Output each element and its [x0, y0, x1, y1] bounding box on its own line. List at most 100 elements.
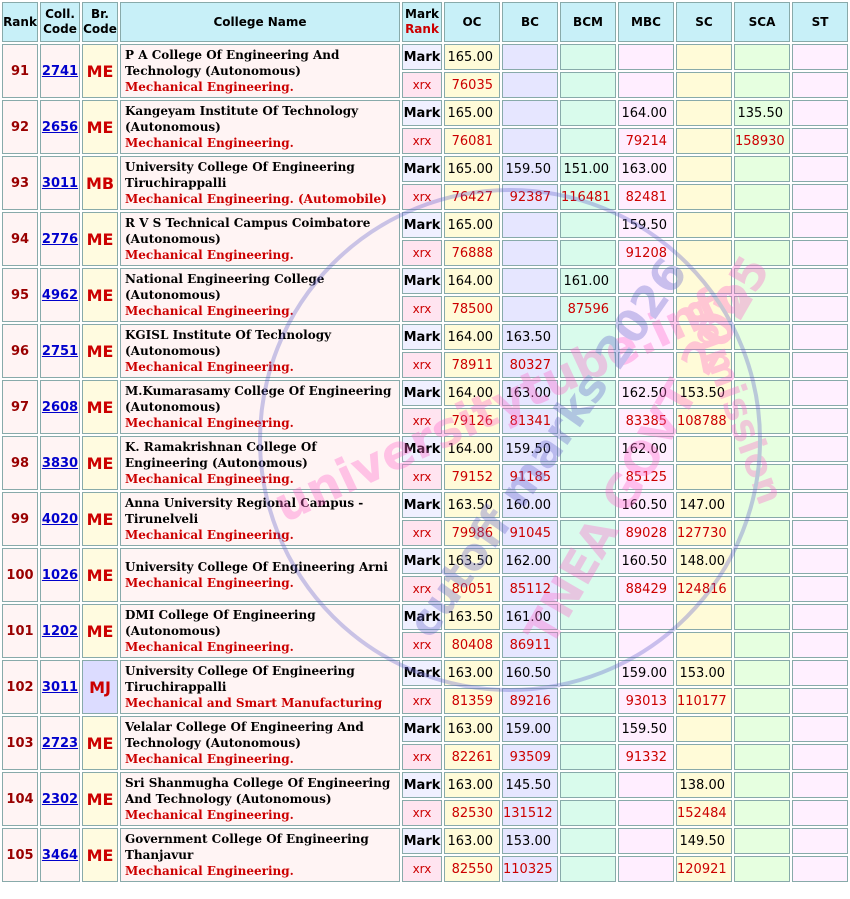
college-name: P A College Of Engineering And Technolog…	[125, 48, 340, 78]
mark-st	[792, 212, 848, 238]
mark-sca: 135.50	[734, 100, 790, 126]
mark-sc	[676, 324, 732, 350]
college-name: Government College Of Engineering Thanja…	[125, 832, 369, 862]
college-code-link[interactable]: 3011	[42, 680, 78, 695]
row-coll-code: 4020	[40, 492, 80, 546]
rank-sca	[734, 576, 790, 602]
mark-mbc: 159.50	[618, 212, 674, 238]
mark-sca	[734, 772, 790, 798]
branch-name: Mechanical Engineering.	[125, 360, 294, 374]
mark-sc	[676, 100, 732, 126]
rank-oc: 76035	[444, 72, 500, 98]
rank-st	[792, 632, 848, 658]
mark-sc	[676, 212, 732, 238]
mark-label: Mark	[402, 436, 442, 462]
mark-st	[792, 44, 848, 70]
mark-st	[792, 828, 848, 854]
mark-sc	[676, 604, 732, 630]
college-code-link[interactable]: 2751	[42, 344, 78, 359]
header-st: ST	[792, 2, 848, 42]
row-branch-code: ME	[82, 44, 118, 98]
college-code-link[interactable]: 2656	[42, 120, 78, 135]
mark-bcm: 151.00	[560, 156, 616, 182]
rank-bc	[502, 296, 558, 322]
row-coll-code: 1202	[40, 604, 80, 658]
college-name: National Engineering College (Autonomous…	[125, 272, 325, 302]
rank-bc: 91185	[502, 464, 558, 490]
mark-bcm: 161.00	[560, 268, 616, 294]
mark-label: Mark	[402, 828, 442, 854]
table-row-mark: 100 1026 ME University College Of Engineeri…	[2, 548, 848, 602]
row-college-name: K. Ramakrishnan College Of Engineering (…	[120, 436, 400, 490]
rank-mbc: 91332	[618, 744, 674, 770]
mark-bc	[502, 268, 558, 294]
mark-sca	[734, 44, 790, 70]
rank-mbc	[618, 352, 674, 378]
rank-bcm	[560, 464, 616, 490]
branch-name: Mechanical Engineering.	[125, 304, 294, 318]
rank-bcm	[560, 856, 616, 882]
rank-mbc: 88429	[618, 576, 674, 602]
college-code-link[interactable]: 2723	[42, 736, 78, 751]
header-bcm: BCM	[560, 2, 616, 42]
mark-oc: 163.00	[444, 772, 500, 798]
college-code-link[interactable]: 2776	[42, 232, 78, 247]
mark-sc: 153.00	[676, 660, 732, 686]
rank-sc	[676, 72, 732, 98]
rank-bcm	[560, 576, 616, 602]
row-coll-code: 2608	[40, 380, 80, 434]
rank-sc: 127730	[676, 520, 732, 546]
college-code-link[interactable]: 2302	[42, 792, 78, 807]
rank-sc	[676, 240, 732, 266]
mark-st	[792, 492, 848, 518]
row-branch-code: ME	[82, 772, 118, 826]
rank-bcm	[560, 352, 616, 378]
rank-oc: 80051	[444, 576, 500, 602]
header-oc: OC	[444, 2, 500, 42]
rank-sca	[734, 800, 790, 826]
branch-name: Mechanical Engineering.	[125, 248, 294, 262]
mark-mbc: 162.00	[618, 436, 674, 462]
college-code-link[interactable]: 2741	[42, 64, 78, 79]
row-coll-code: 2723	[40, 716, 80, 770]
rank-st	[792, 744, 848, 770]
mark-label: Mark	[402, 604, 442, 630]
row-rank: 104	[2, 772, 38, 826]
rank-st	[792, 520, 848, 546]
rank-st	[792, 184, 848, 210]
college-code-link[interactable]: 1026	[42, 568, 78, 583]
college-code-link[interactable]: 1202	[42, 624, 78, 639]
rank-st	[792, 408, 848, 434]
mark-bcm	[560, 44, 616, 70]
college-name: University College Of Engineering Arni	[125, 560, 388, 574]
branch-name: Mechanical Engineering.	[125, 80, 294, 94]
college-code-link[interactable]: 4020	[42, 512, 78, 527]
college-code-link[interactable]: 4962	[42, 288, 78, 303]
mark-sc	[676, 156, 732, 182]
rank-mbc	[618, 296, 674, 322]
row-rank: 91	[2, 44, 38, 98]
mark-label: Mark	[402, 380, 442, 406]
row-coll-code: 3011	[40, 660, 80, 714]
college-name: Kangeyam Institute Of Technology (Autono…	[125, 104, 359, 134]
mark-mbc: 163.00	[618, 156, 674, 182]
row-rank: 99	[2, 492, 38, 546]
row-branch-code: ME	[82, 268, 118, 322]
mark-oc: 164.00	[444, 436, 500, 462]
mark-bc: 159.50	[502, 156, 558, 182]
college-code-link[interactable]: 2608	[42, 400, 78, 415]
row-branch-code: ME	[82, 604, 118, 658]
header-row: Rank Coll. Code Br. Code College Name Mark…	[2, 2, 848, 42]
rank-label: xrx	[402, 800, 442, 826]
college-code-link[interactable]: 3464	[42, 848, 78, 863]
college-code-link[interactable]: 3830	[42, 456, 78, 471]
mark-st	[792, 660, 848, 686]
college-code-link[interactable]: 3011	[42, 176, 78, 191]
rank-label: xrx	[402, 352, 442, 378]
rank-sca	[734, 464, 790, 490]
row-college-name: P A College Of Engineering And Technolog…	[120, 44, 400, 98]
mark-sc: 147.00	[676, 492, 732, 518]
rank-oc: 76888	[444, 240, 500, 266]
mark-mbc: 162.50	[618, 380, 674, 406]
mark-bc	[502, 44, 558, 70]
